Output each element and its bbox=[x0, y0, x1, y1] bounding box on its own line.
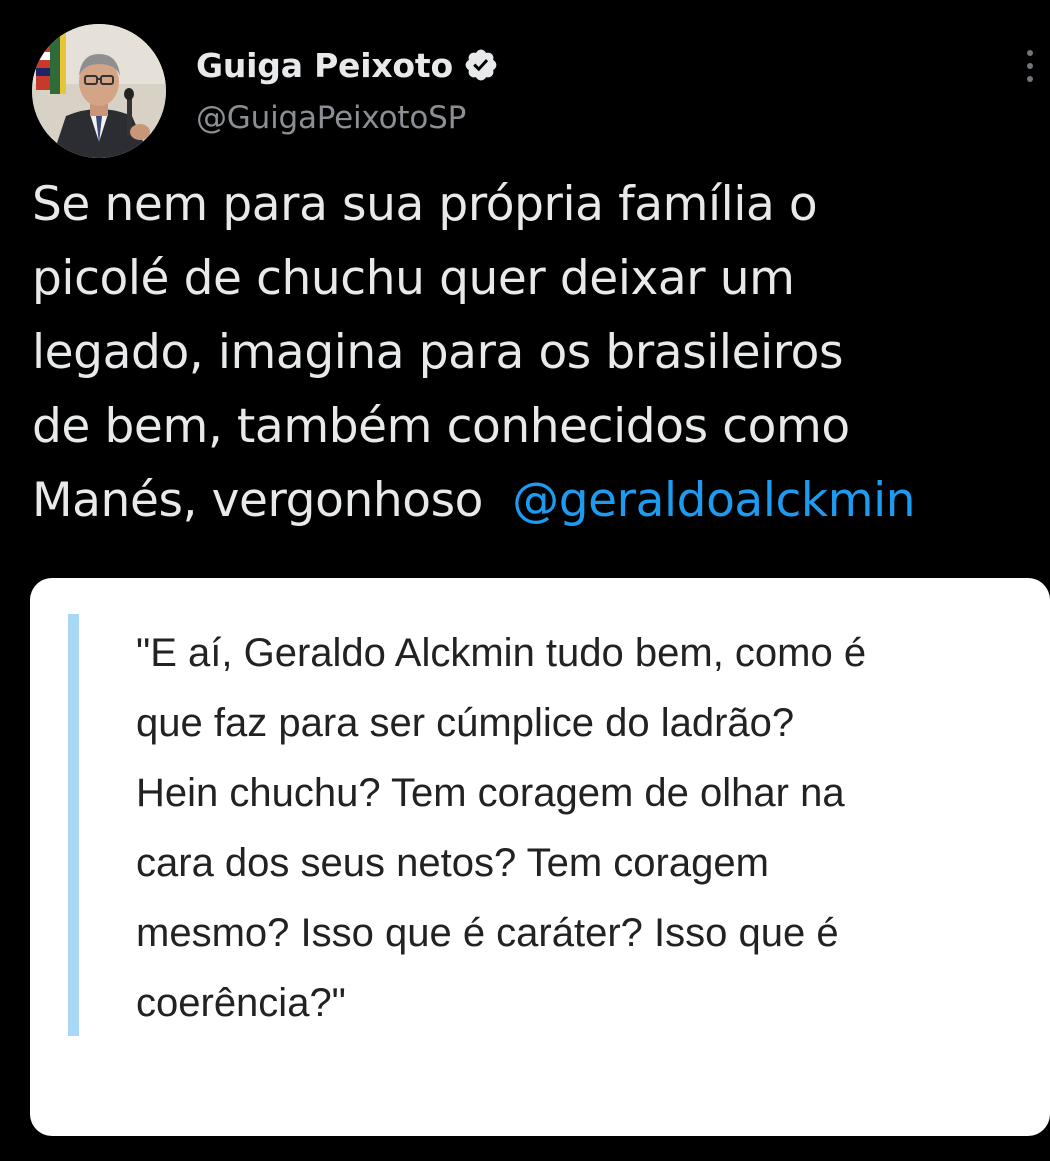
tweet-text: Se nem para sua própria família o picolé… bbox=[32, 168, 1032, 538]
author-info: Guiga Peixoto @GuigaPeixotoSP bbox=[196, 42, 499, 136]
more-options-icon[interactable] bbox=[1016, 46, 1044, 86]
tweet-text-segment: Manés, vergonhoso bbox=[32, 473, 484, 528]
tweet-text-line: picolé de chuchu quer deixar um bbox=[32, 251, 795, 306]
dot bbox=[1027, 76, 1033, 82]
tweet-text-line: Manés, vergonhoso @geraldoalckmin bbox=[32, 464, 1032, 538]
quote-line: "E aí, Geraldo Alckmin tudo bem, como é bbox=[136, 631, 867, 675]
name-row: Guiga Peixoto bbox=[196, 42, 499, 88]
tweet-text-line: de bem, também conhecidos como bbox=[32, 399, 850, 454]
dot bbox=[1027, 63, 1033, 69]
quote-line: cara dos seus netos? Tem coragem bbox=[136, 841, 769, 885]
quote-line: que faz para ser cúmplice do ladrão? bbox=[136, 701, 795, 745]
quote-line: coerência?" bbox=[136, 981, 346, 1025]
verified-badge-icon bbox=[465, 49, 497, 81]
quote-text: "E aí, Geraldo Alckmin tudo bem, como é … bbox=[136, 618, 1036, 1038]
tweet-text-line: Se nem para sua própria família o bbox=[32, 177, 818, 232]
avatar[interactable] bbox=[32, 24, 166, 158]
quote-line: Hein chuchu? Tem coragem de olhar na bbox=[136, 771, 845, 815]
avatar-photo-icon bbox=[32, 24, 166, 158]
dot bbox=[1027, 50, 1033, 56]
display-name[interactable]: Guiga Peixoto bbox=[196, 46, 453, 85]
tweet-text-line: legado, imagina para os brasileiros bbox=[32, 325, 844, 380]
mention-link[interactable]: @geraldoalckmin bbox=[512, 473, 915, 528]
tweet: Guiga Peixoto @GuigaPeixotoSP Se nem par… bbox=[0, 0, 1050, 1161]
quote-line: mesmo? Isso que é caráter? Isso que é bbox=[136, 911, 839, 955]
user-handle[interactable]: @GuigaPeixotoSP bbox=[196, 100, 499, 136]
attached-image[interactable]: "E aí, Geraldo Alckmin tudo bem, como é … bbox=[30, 578, 1050, 1136]
quote-bar bbox=[68, 614, 79, 1036]
